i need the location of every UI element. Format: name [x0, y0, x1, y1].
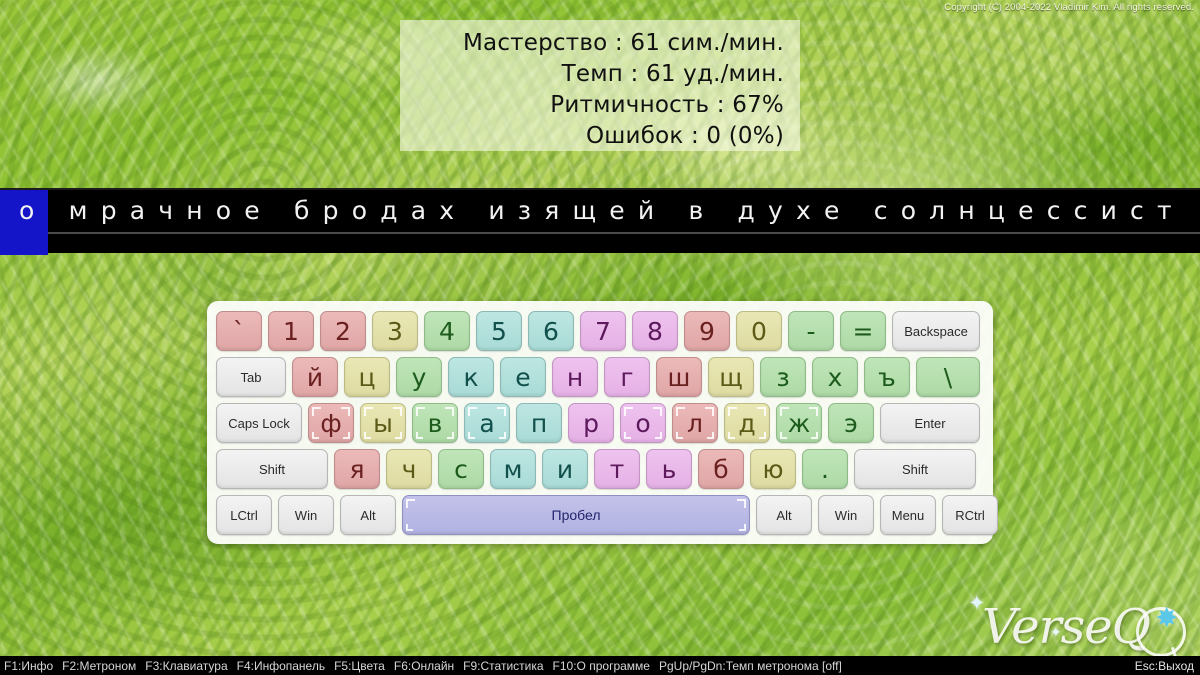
key-б[interactable]: б [698, 449, 744, 489]
key-ч[interactable]: ч [386, 449, 432, 489]
key-в[interactable]: в [412, 403, 458, 443]
key-ш[interactable]: ш [656, 357, 702, 397]
key-3[interactable]: 3 [372, 311, 418, 351]
key-р[interactable]: р [568, 403, 614, 443]
info-panel: Мастерство : 61 сим./мин. Темп : 61 уд./… [400, 20, 800, 151]
key-ы[interactable]: ы [360, 403, 406, 443]
key-win[interactable]: Win [818, 495, 874, 535]
typing-cursor-continuation [0, 232, 48, 255]
key-ь[interactable]: ь [646, 449, 692, 489]
stat-speed: Мастерство : 61 сим./мин. [462, 30, 784, 56]
status-hint[interactable]: F10:О программе [553, 659, 650, 673]
key-к[interactable]: к [448, 357, 494, 397]
key-е[interactable]: е [500, 357, 546, 397]
status-hint[interactable]: F1:Инфо [4, 659, 53, 673]
key-з[interactable]: з [760, 357, 806, 397]
logo-text: VerseQ [982, 599, 1151, 655]
key-ю[interactable]: ю [750, 449, 796, 489]
key-у[interactable]: у [396, 357, 442, 397]
key-lctrl[interactable]: LCtrl [216, 495, 272, 535]
copyright-text: Copyright (C) 2004-2022 Vladimir Kim. Al… [944, 2, 1194, 13]
star-icon: ✸ [1155, 603, 1178, 633]
typing-line-current: о мрачное бродах изящей в духе солнцесси… [0, 190, 1200, 232]
typing-area[interactable]: о мрачное бродах изящей в духе солнцесси… [0, 188, 1200, 255]
keyboard-row: Caps Lock ф ы в а п р о л д ж э Enter [216, 403, 984, 443]
status-hint[interactable]: F2:Метроном [62, 659, 136, 673]
status-hint[interactable]: F4:Инфопанель [237, 659, 325, 673]
key-=[interactable]: = [840, 311, 886, 351]
key-5[interactable]: 5 [476, 311, 522, 351]
key-й[interactable]: й [292, 357, 338, 397]
key-alt[interactable]: Alt [756, 495, 812, 535]
key-1[interactable]: 1 [268, 311, 314, 351]
key-6[interactable]: 6 [528, 311, 574, 351]
keyboard-row: ` 1 2 3 4 5 6 7 8 9 0- = Backspace [216, 311, 984, 351]
key-ъ[interactable]: ъ [864, 357, 910, 397]
stat-errors: Ошибок : 0 (0%) [586, 123, 784, 149]
key-ж[interactable]: ж [776, 403, 822, 443]
stat-tempo: Темп : 61 уд./мин. [561, 61, 784, 87]
key-win[interactable]: Win [278, 495, 334, 535]
key-я[interactable]: я [334, 449, 380, 489]
key-пробел[interactable]: Пробел [402, 495, 750, 535]
key-backspace[interactable]: Backspace [892, 311, 980, 351]
key-4[interactable]: 4 [424, 311, 470, 351]
key-7[interactable]: 7 [580, 311, 626, 351]
key-caps-lock[interactable]: Caps Lock [216, 403, 302, 443]
key-о[interactable]: о [620, 403, 666, 443]
key-enter[interactable]: Enter [880, 403, 980, 443]
verseq-window: Copyright (C) 2004-2022 Vladimir Kim. Al… [0, 0, 1200, 675]
key-ц[interactable]: ц [344, 357, 390, 397]
status-exit-hint[interactable]: Esc:Выход [1135, 659, 1194, 673]
status-hint[interactable]: F3:Клавиатура [145, 659, 227, 673]
stat-rhythm: Ритмичность : 67% [550, 92, 784, 118]
key-т[interactable]: т [594, 449, 640, 489]
status-bar: F1:Инфо F2:Метроном F3:Клавиатура F4:Инфопа… [0, 656, 1200, 675]
key-\[interactable]: \ [916, 357, 980, 397]
key-.[interactable]: . [802, 449, 848, 489]
keyboard-row: Tab й ц у к е н г ш щ з х ъ \ [216, 357, 984, 397]
key-shift[interactable]: Shift [854, 449, 976, 489]
key-ф[interactable]: ф [308, 403, 354, 443]
key-д[interactable]: д [724, 403, 770, 443]
key-л[interactable]: л [672, 403, 718, 443]
key-rctrl[interactable]: RCtrl [942, 495, 998, 535]
status-hint[interactable]: F9:Статистика [463, 659, 543, 673]
status-hint[interactable]: F6:Онлайн [394, 659, 454, 673]
key-9[interactable]: 9 [684, 311, 730, 351]
key-8[interactable]: 8 [632, 311, 678, 351]
status-hints: F1:Инфо F2:Метроном F3:Клавиатура F4:Инфопа… [4, 659, 842, 673]
key-х[interactable]: х [812, 357, 858, 397]
typing-text: о мрачное бродах изящей в духе солнцесси… [19, 196, 1185, 225]
key-и[interactable]: и [542, 449, 588, 489]
status-hint[interactable]: PgUp/PgDn:Темп метронома [off] [659, 659, 842, 673]
status-hint[interactable]: F5:Цвета [334, 659, 385, 673]
key-alt[interactable]: Alt [340, 495, 396, 535]
key-п[interactable]: п [516, 403, 562, 443]
key-shift[interactable]: Shift [216, 449, 328, 489]
virtual-keyboard[interactable]: ` 1 2 3 4 5 6 7 8 9 0- = Backspace Tab й ц у к е н г ш щ з х ъ \ Ca… [207, 301, 998, 544]
key-с[interactable]: с [438, 449, 484, 489]
key-`[interactable]: ` [216, 311, 262, 351]
key-а[interactable]: а [464, 403, 510, 443]
verseq-logo: ✦ ✦ VerseQ ✸ [966, 593, 1186, 657]
key-0[interactable]: 0 [736, 311, 782, 351]
key-tab[interactable]: Tab [216, 357, 286, 397]
key-2[interactable]: 2 [320, 311, 366, 351]
keyboard-row: LCtrl Win Alt Пробел Alt Win Menu RCtrl [216, 495, 998, 535]
keyboard-row: Shift я ч с м и т ь б ю. Shift [216, 449, 984, 489]
key-э[interactable]: э [828, 403, 874, 443]
key-menu[interactable]: Menu [880, 495, 936, 535]
key--[interactable]: - [788, 311, 834, 351]
typing-line-next [0, 232, 1200, 255]
key-м[interactable]: м [490, 449, 536, 489]
key-щ[interactable]: щ [708, 357, 754, 397]
key-г[interactable]: г [604, 357, 650, 397]
key-н[interactable]: н [552, 357, 598, 397]
